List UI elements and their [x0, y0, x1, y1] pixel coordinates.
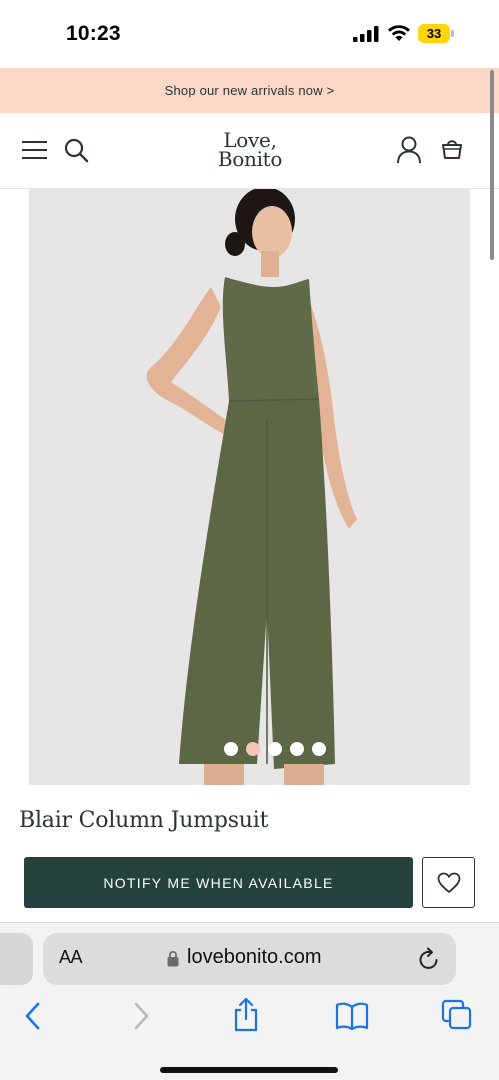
- promo-banner[interactable]: Shop our new arrivals now >: [0, 68, 499, 113]
- back-icon[interactable]: [22, 1001, 44, 1031]
- status-time: 10:23: [66, 22, 121, 45]
- cellular-signal-icon: [353, 26, 379, 42]
- carousel-dot[interactable]: [312, 742, 326, 756]
- logo-line-2: Bonito: [217, 147, 283, 171]
- wifi-icon: [388, 25, 410, 41]
- carousel-dot-active[interactable]: [246, 742, 260, 756]
- product-title: Blair Column Jumpsuit: [19, 808, 269, 833]
- aa-label: AA: [59, 947, 83, 967]
- bookmarks-icon[interactable]: [335, 1001, 369, 1031]
- battery-level: 33: [418, 24, 450, 43]
- menu-icon[interactable]: [22, 139, 47, 161]
- status-bar: 10:23 33: [0, 0, 499, 68]
- heart-icon: [437, 872, 460, 893]
- battery-icon: 33: [418, 24, 454, 43]
- carousel-dots: [224, 742, 326, 756]
- shopping-bag-icon[interactable]: [440, 137, 464, 161]
- product-image-carousel[interactable]: [29, 189, 470, 785]
- previous-tab-preview[interactable]: [0, 933, 33, 985]
- notify-me-button[interactable]: NOTIFY ME WHEN AVAILABLE: [24, 857, 413, 908]
- forward-icon[interactable]: [130, 1001, 152, 1031]
- browser-toolbar-area: AA lovebonito.com: [0, 922, 499, 1080]
- lock-icon: [167, 950, 179, 967]
- notify-me-label: NOTIFY ME WHEN AVAILABLE: [103, 874, 334, 891]
- share-icon[interactable]: [231, 997, 261, 1033]
- wishlist-button[interactable]: [422, 857, 475, 908]
- tabs-icon[interactable]: [441, 999, 473, 1031]
- home-indicator: [160, 1067, 338, 1073]
- address-bar[interactable]: AA lovebonito.com: [43, 933, 456, 985]
- carousel-dot[interactable]: [268, 742, 282, 756]
- account-icon[interactable]: [396, 136, 422, 164]
- brand-logo[interactable]: Love, Bonito: [208, 130, 292, 173]
- product-page: 10:23 33 Shop our new arrivals now > Lov…: [0, 0, 499, 1080]
- reader-settings-button[interactable]: AA: [59, 947, 83, 968]
- page-scrollbar[interactable]: [490, 70, 494, 260]
- site-header: Love, Bonito: [0, 113, 499, 189]
- browser-bottom-toolbar: [0, 995, 499, 1039]
- url-text[interactable]: lovebonito.com: [187, 946, 322, 969]
- carousel-dot[interactable]: [290, 742, 304, 756]
- carousel-dot[interactable]: [224, 742, 238, 756]
- search-icon[interactable]: [63, 137, 89, 163]
- promo-banner-text[interactable]: Shop our new arrivals now >: [165, 83, 335, 98]
- reload-icon[interactable]: [418, 947, 440, 971]
- product-photo: [29, 189, 470, 785]
